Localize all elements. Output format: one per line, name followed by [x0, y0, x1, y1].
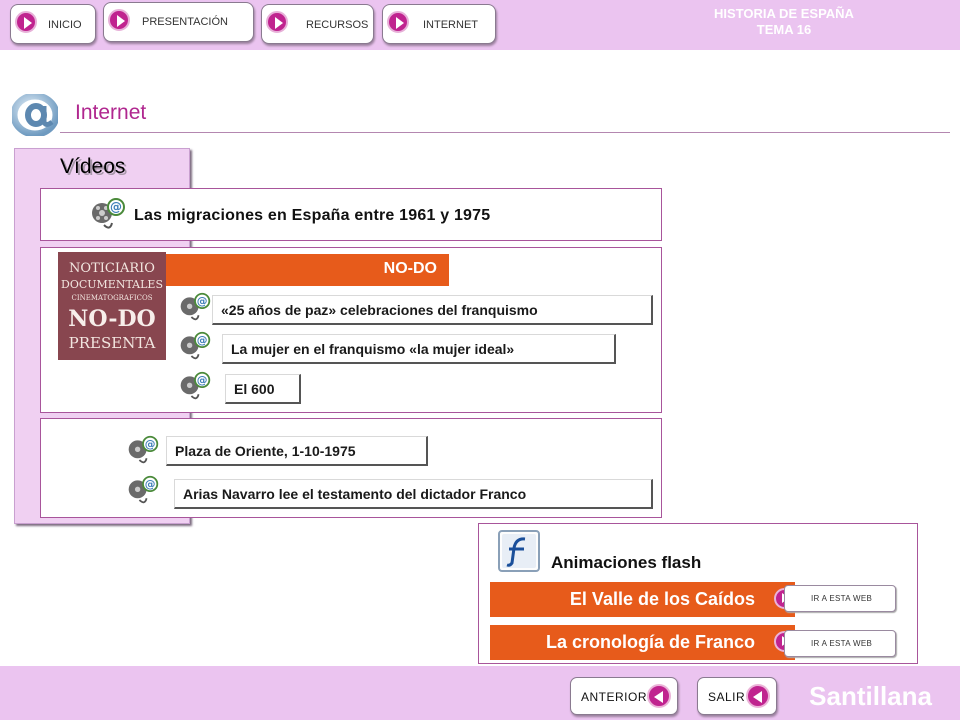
- exit-label: SALIR: [708, 690, 746, 704]
- animation-label: La cronología de Franco: [545, 632, 755, 652]
- videos-panel-title: Vídeos: [60, 155, 126, 178]
- nav-button-label: INTERNET: [423, 19, 478, 31]
- svg-text:@: @: [110, 200, 122, 214]
- film-reel-at-icon: @: [180, 292, 211, 321]
- video-link-plaza-oriente[interactable]: Plaza de Oriente, 1-10-1975: [166, 436, 428, 466]
- animations-title: Animaciones flash: [551, 553, 702, 572]
- video-link-mujer-franquismo[interactable]: La mujer en el franquismo «la mujer idea…: [222, 334, 616, 364]
- exit-button[interactable]: SALIR: [697, 677, 777, 715]
- nav-button-presentacion[interactable]: PRESENTACIÓN: [103, 2, 254, 42]
- nodo-poster-image: NOTICIARIO DOCUMENTALES CINEMATOGRAFICOS…: [58, 252, 166, 360]
- video-link-label: Plaza de Oriente, 1-10-1975: [175, 443, 356, 459]
- go-to-web-label: IR A ESTA WEB: [811, 639, 873, 648]
- page-title: Internet: [75, 101, 147, 124]
- play-arrow-icon: [266, 11, 288, 33]
- back-arrow-icon: [647, 684, 671, 708]
- play-arrow-icon: [15, 11, 37, 33]
- migraciones-title[interactable]: Las migraciones en España entre 1961 y 1…: [134, 207, 490, 225]
- svg-text:DOCUMENTALES: DOCUMENTALES: [61, 278, 163, 291]
- back-arrow-icon: [746, 684, 770, 708]
- svg-text:NO-DO: NO-DO: [68, 306, 155, 332]
- previous-button[interactable]: ANTERIOR: [570, 677, 678, 715]
- book-title: HISTORIA DE ESPAÑA TEMA 16: [704, 6, 864, 38]
- nav-button-label: RECURSOS: [306, 19, 369, 31]
- video-link-label: El 600: [234, 381, 275, 397]
- animation-cronologia-franco-button[interactable]: La cronología de Franco: [490, 625, 795, 660]
- film-reel-at-icon: @: [180, 331, 211, 360]
- video-link-el-600[interactable]: El 600: [225, 374, 301, 404]
- animation-label: El Valle de los Caídos: [569, 589, 755, 609]
- nav-button-inicio[interactable]: INICIO: [10, 4, 96, 44]
- film-reel-at-icon: @: [180, 371, 211, 400]
- presentation-slide: INICIO PRESENTACIÓN RECURSOS INTERNET HI…: [0, 0, 960, 720]
- film-reel-at-icon: @: [128, 475, 159, 504]
- svg-text:NOTICIARIO: NOTICIARIO: [69, 261, 155, 276]
- video-link-25-anos-paz[interactable]: «25 años de paz» celebraciones del franq…: [212, 295, 653, 325]
- film-reel-at-icon: @: [128, 435, 159, 464]
- svg-text:@: @: [145, 438, 156, 451]
- svg-text:@: @: [197, 334, 208, 347]
- internet-at-icon: [12, 94, 58, 136]
- brand-logo-text: Santillana: [809, 681, 932, 711]
- play-arrow-icon: [108, 9, 130, 31]
- video-link-arias-navarro[interactable]: Arias Navarro lee el testamento del dict…: [174, 479, 653, 509]
- video-link-label: «25 años de paz» celebraciones del franq…: [221, 302, 538, 318]
- flash-icon: [498, 530, 540, 572]
- video-link-label: Arias Navarro lee el testamento del dict…: [183, 486, 527, 502]
- nav-button-label: INICIO: [48, 19, 82, 31]
- nodo-label: NO-DO: [383, 260, 437, 277]
- video-link-label: La mujer en el franquismo «la mujer idea…: [231, 341, 515, 357]
- title-divider: [60, 132, 950, 133]
- nav-button-label: PRESENTACIÓN: [142, 16, 228, 28]
- film-reel-at-icon: @: [92, 198, 125, 229]
- nav-button-recursos[interactable]: RECURSOS: [261, 4, 374, 44]
- svg-text:@: @: [145, 478, 156, 491]
- nav-button-internet[interactable]: INTERNET: [382, 4, 496, 44]
- svg-text:PRESENTA: PRESENTA: [69, 334, 156, 352]
- play-arrow-icon: [387, 11, 409, 33]
- book-title-line2: TEMA 16: [756, 22, 812, 37]
- go-to-web-button[interactable]: IR A ESTA WEB: [784, 630, 896, 657]
- animation-valle-caidos-button[interactable]: El Valle de los Caídos: [490, 582, 795, 617]
- previous-label: ANTERIOR: [581, 690, 648, 704]
- go-to-web-button[interactable]: IR A ESTA WEB: [784, 585, 896, 612]
- book-title-line1: HISTORIA DE ESPAÑA: [714, 6, 854, 21]
- svg-text:@: @: [197, 295, 208, 308]
- svg-text:@: @: [197, 374, 208, 387]
- svg-text:CINEMATOGRAFICOS: CINEMATOGRAFICOS: [71, 294, 152, 302]
- nodo-header-band: NO-DO: [166, 254, 449, 286]
- go-to-web-label: IR A ESTA WEB: [811, 594, 873, 603]
